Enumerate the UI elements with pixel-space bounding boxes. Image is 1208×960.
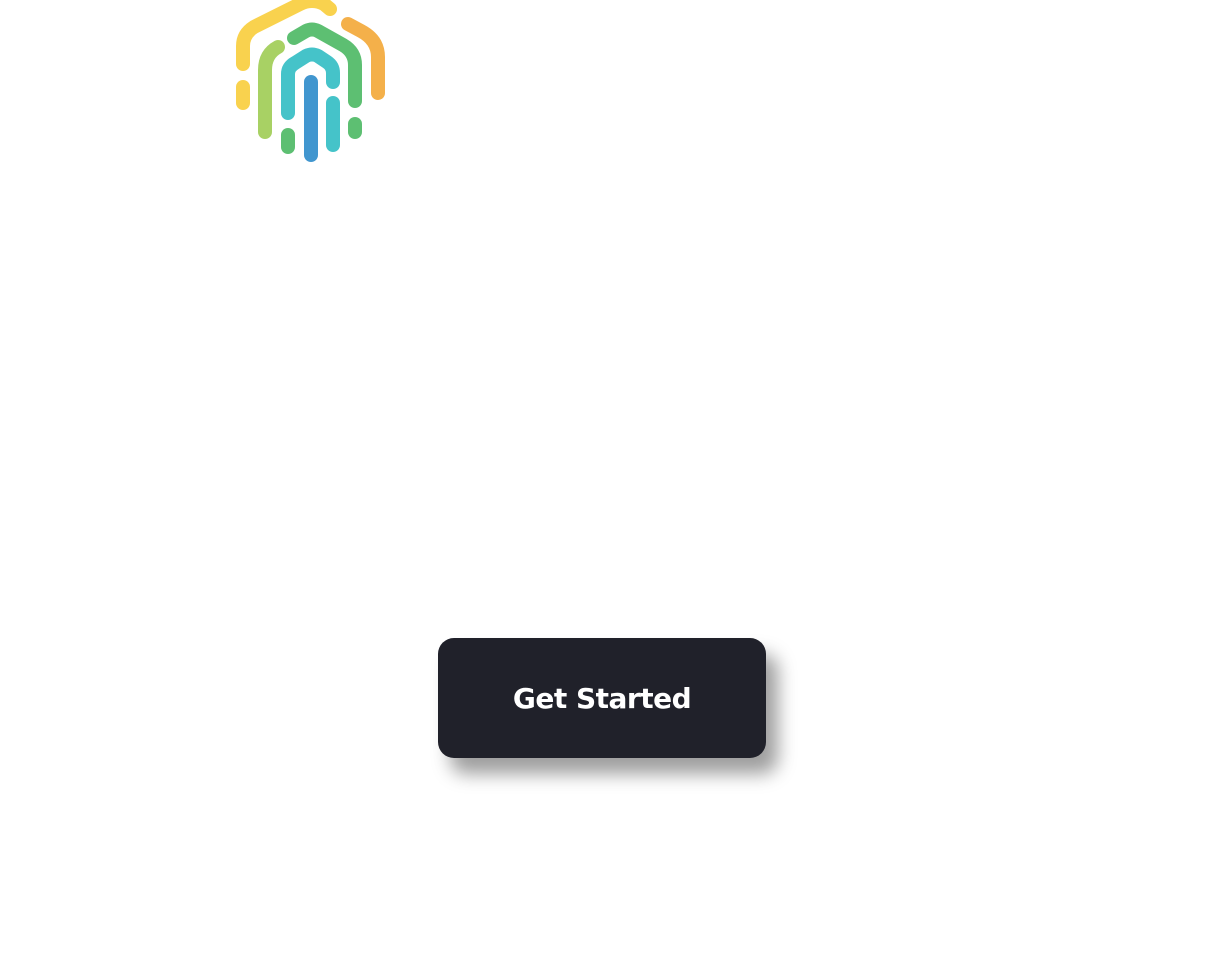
get-started-button[interactable]: Get Started: [438, 638, 766, 758]
onboarding-screen: Get Started: [0, 0, 1208, 960]
logo-stroke-light-green: [258, 40, 285, 139]
fingerprint-logo-icon: [226, 0, 396, 170]
